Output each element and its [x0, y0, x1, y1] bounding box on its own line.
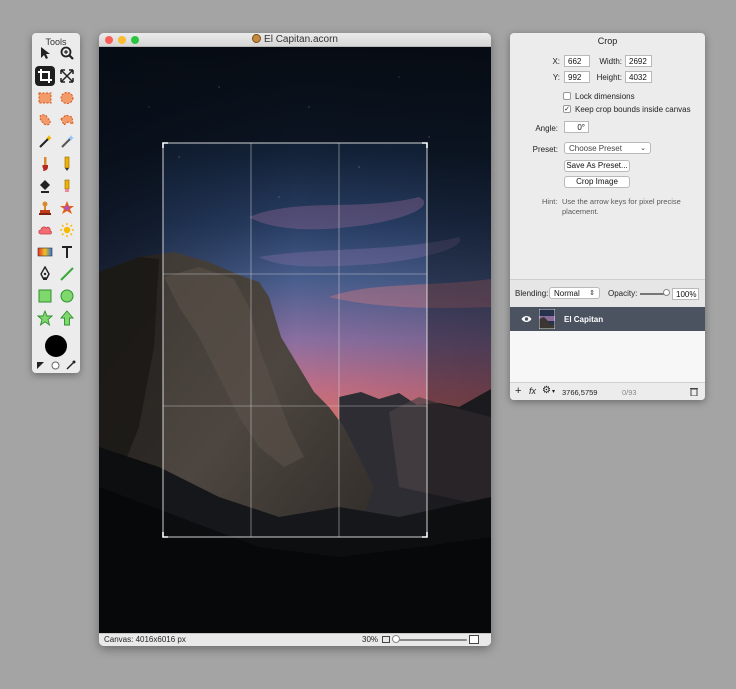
zoom-in-icon[interactable]	[469, 635, 479, 644]
crop-image-button[interactable]: Crop Image	[564, 176, 630, 188]
canvas-size-text: Canvas: 4016x6016 px	[104, 635, 186, 644]
cloud-icon[interactable]	[35, 220, 55, 240]
tools-palette: Tools	[32, 33, 80, 373]
chevron-down-icon[interactable]: ▾	[552, 388, 555, 395]
chevron-down-icon: ⌄	[640, 145, 646, 152]
smudge-icon[interactable]	[57, 198, 77, 218]
blending-value: Normal	[554, 289, 580, 298]
preset-dropdown[interactable]: Choose Preset ⌄	[564, 142, 651, 154]
star-shape-icon[interactable]	[35, 308, 55, 328]
image-canvas[interactable]	[99, 47, 491, 633]
layer-row[interactable]: El Capitan	[510, 307, 705, 331]
layers-footer: + fx ⚙ ▾ 3766,5759 0/93	[510, 382, 705, 400]
line-tool-icon[interactable]	[57, 264, 77, 284]
ellipse-select-icon[interactable]	[57, 88, 77, 108]
blending-dropdown[interactable]: Normal ⇕	[549, 287, 600, 299]
zoom-out-icon[interactable]	[382, 636, 390, 643]
sun-icon[interactable]	[57, 220, 77, 240]
y-field[interactable]: 992	[564, 71, 590, 83]
paint-bucket-icon[interactable]	[35, 176, 55, 196]
panel-title: Crop	[597, 36, 618, 46]
default-colors-icon[interactable]	[51, 361, 60, 370]
zoom-slider-knob[interactable]	[392, 635, 400, 643]
window-title: El Capitan.acorn	[99, 34, 491, 45]
eraser-icon[interactable]	[57, 176, 77, 196]
angle-label: Angle:	[535, 124, 558, 133]
eyedropper-icon[interactable]	[66, 360, 76, 370]
angle-field[interactable]: 0°	[564, 121, 589, 133]
el-capitan-photo	[99, 47, 491, 633]
crop-panel: Crop X: 662 Width: 2692 Y: 992 Height: 4…	[510, 33, 705, 400]
layer-thumbnail	[539, 309, 555, 329]
opacity-slider-knob[interactable]	[663, 289, 670, 296]
fx-icon[interactable]: fx	[529, 386, 536, 396]
lock-dimensions-label: Lock dimensions	[575, 92, 635, 101]
acorn-document-icon	[252, 34, 262, 43]
crop-tool-icon[interactable]	[35, 66, 55, 86]
title-bar[interactable]: El Capitan.acorn	[99, 33, 491, 47]
magic-wand-icon[interactable]	[35, 132, 55, 152]
preset-dropdown-value: Choose Preset	[569, 144, 622, 153]
swap-colors-icon[interactable]	[36, 361, 45, 370]
layer-name: El Capitan	[564, 315, 604, 324]
pen-tool-icon[interactable]	[35, 264, 55, 284]
rectangle-shape-icon[interactable]	[35, 286, 55, 306]
hint-label: Hint:	[542, 197, 558, 206]
foreground-color-well[interactable]	[45, 335, 67, 357]
preset-label: Preset:	[532, 145, 558, 154]
blending-label: Blending:	[515, 289, 549, 298]
keep-bounds-checkbox[interactable]: ✓	[563, 105, 571, 113]
gradient-icon[interactable]	[35, 242, 55, 262]
transform-tool-icon[interactable]	[57, 66, 77, 86]
clone-stamp-icon[interactable]	[35, 198, 55, 218]
document-window: El Capitan.acorn Canvas: 4016x6016 px 30…	[99, 33, 491, 646]
instant-alpha-icon[interactable]	[57, 132, 77, 152]
opacity-field[interactable]: 100%	[672, 288, 699, 300]
window-title-text: El Capitan.acorn	[264, 34, 338, 45]
trash-icon[interactable]	[690, 387, 698, 396]
x-label: X:	[552, 57, 560, 66]
width-field[interactable]: 2692	[625, 55, 652, 67]
hint-text: Use the arrow keys for pixel precise pla…	[562, 197, 681, 216]
opacity-label: Opacity:	[608, 289, 638, 298]
height-label: Height:	[596, 73, 622, 82]
arrow-shape-icon[interactable]	[57, 308, 77, 328]
brush-icon[interactable]	[35, 154, 55, 174]
x-field[interactable]: 662	[564, 55, 590, 67]
oval-shape-icon[interactable]	[57, 286, 77, 306]
lock-dimensions-checkbox[interactable]	[563, 92, 571, 100]
y-label: Y:	[552, 73, 560, 82]
width-label: Width:	[599, 57, 622, 66]
layer-list-empty	[510, 331, 705, 382]
updown-icon: ⇕	[589, 290, 595, 297]
save-as-preset-button[interactable]: Save As Preset...	[564, 160, 630, 172]
add-layer-icon[interactable]: +	[515, 385, 521, 397]
polygon-lasso-icon[interactable]	[57, 110, 77, 130]
zoom-slider[interactable]	[395, 639, 467, 641]
cursor-coords: 3766,5759	[562, 388, 598, 397]
status-bar: Canvas: 4016x6016 px 30%	[99, 633, 491, 646]
zoom-level-text: 30%	[362, 635, 379, 644]
move-tool-icon[interactable]	[35, 43, 55, 63]
zoom-tool-icon[interactable]	[57, 43, 77, 63]
pencil-icon[interactable]	[57, 154, 77, 174]
gear-icon[interactable]: ⚙	[542, 385, 551, 396]
text-tool-icon[interactable]	[57, 242, 77, 262]
height-field[interactable]: 4032	[625, 71, 652, 83]
layer-count: 0/93	[622, 388, 637, 397]
layers-toolbar: Blending: Normal ⇕ Opacity: 100%	[510, 279, 705, 307]
eye-icon[interactable]	[521, 315, 532, 323]
lasso-icon[interactable]	[35, 110, 55, 130]
color-controls	[36, 360, 76, 370]
keep-bounds-label: Keep crop bounds inside canvas	[575, 105, 691, 114]
rect-select-icon[interactable]	[35, 88, 55, 108]
